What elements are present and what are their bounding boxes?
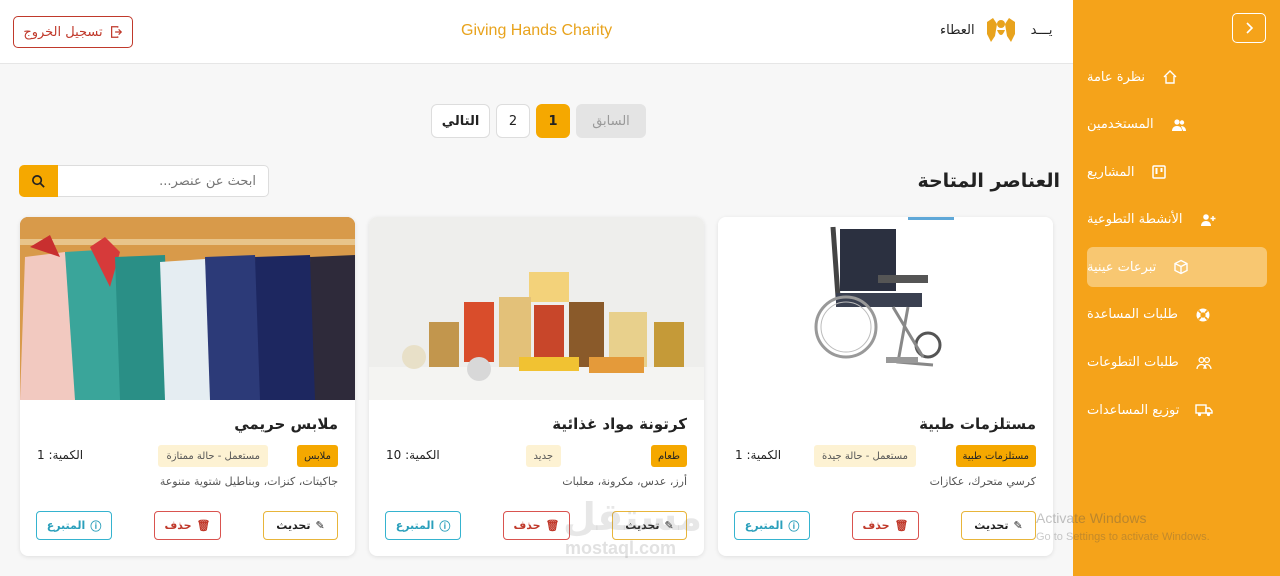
sidebar-item-volunteer-activities[interactable]: الأنشطة التطوعية bbox=[1087, 200, 1267, 240]
box-icon bbox=[1172, 258, 1190, 276]
logo: العطاء يـــد bbox=[940, 16, 1052, 44]
donor-label: المتبرع bbox=[395, 519, 435, 532]
section-title: العناصر المتاحة bbox=[917, 170, 1060, 192]
delete-button[interactable]: 🗑 حذف bbox=[503, 511, 570, 540]
mostaql-watermark-url: mostaql.com bbox=[565, 538, 677, 558]
brand-title: Giving Hands Charity bbox=[461, 22, 613, 39]
sidebar-item-label: تبرعات عينية bbox=[1087, 259, 1157, 275]
sidebar: نظرة عامة المستخدمين المشاريع الأنشطة ال… bbox=[1073, 0, 1280, 576]
logo-text-left: العطاء bbox=[940, 22, 975, 38]
trash-icon: 🗑 bbox=[545, 519, 560, 532]
info-icon: ⓘ bbox=[90, 519, 102, 533]
quantity-text: الكمية: 1 bbox=[735, 448, 782, 462]
search-bar bbox=[19, 165, 269, 197]
sidebar-item-overview[interactable]: نظرة عامة bbox=[1087, 57, 1267, 97]
update-button[interactable]: ✎ تحديث bbox=[263, 511, 338, 540]
sidebar-item-label: توزيع المساعدات bbox=[1087, 402, 1180, 418]
sidebar-item-label: طلبات التطوعات bbox=[1087, 355, 1179, 371]
food-box-image bbox=[369, 217, 704, 400]
delete-label: حذف bbox=[513, 519, 541, 532]
sidebar-item-volunteer-requests[interactable]: طلبات التطوعات bbox=[1087, 343, 1267, 383]
update-label: تحديث bbox=[974, 519, 1009, 532]
condition-badge: جديد bbox=[525, 445, 561, 467]
next-page-button[interactable]: التالي bbox=[431, 104, 490, 138]
donor-label: المتبرع bbox=[46, 519, 86, 532]
condition-badge: مستعمل - حالة جيدة bbox=[814, 445, 916, 467]
edit-icon: ✎ bbox=[315, 519, 325, 532]
hands-logo-icon bbox=[986, 18, 1015, 42]
delete-button[interactable]: 🗑 حذف bbox=[154, 511, 221, 540]
delete-label: حذف bbox=[164, 519, 192, 532]
quantity-text: الكمية: 1 bbox=[37, 448, 84, 462]
sidebar-toggle-button[interactable] bbox=[1232, 13, 1266, 43]
sidebar-item-label: نظرة عامة bbox=[1087, 69, 1146, 85]
logout-icon bbox=[110, 26, 122, 38]
card-title: كرتونة مواد غذائية bbox=[552, 415, 687, 433]
sidebar-item-label: طلبات المساعدة bbox=[1087, 307, 1178, 323]
sidebar-item-aid-distribution[interactable]: توزيع المساعدات bbox=[1087, 390, 1267, 430]
card-description: أرز، عدس، مكرونة، معلبات bbox=[562, 475, 687, 488]
card-title: ملابس حريمي bbox=[234, 415, 338, 433]
chevron-right-icon bbox=[1246, 22, 1254, 34]
lifebuoy-icon bbox=[1194, 306, 1212, 324]
user-plus-icon bbox=[1199, 211, 1217, 229]
donor-button[interactable]: ⓘ المتبرع bbox=[36, 511, 112, 540]
update-button[interactable]: ✎ تحديث bbox=[961, 511, 1036, 540]
sidebar-item-projects[interactable]: المشاريع bbox=[1087, 152, 1267, 192]
truck-icon bbox=[1195, 401, 1214, 419]
projects-icon bbox=[1150, 163, 1168, 181]
volunteers-icon bbox=[1195, 354, 1213, 372]
previous-page-button[interactable]: السابق bbox=[576, 104, 646, 138]
activate-windows-title: Activate Windows bbox=[1036, 510, 1147, 526]
sidebar-item-label: المستخدمين bbox=[1087, 117, 1154, 133]
update-label: تحديث bbox=[276, 519, 311, 532]
category-badge: مستلزمات طبية bbox=[955, 445, 1036, 467]
category-badge: ملابس bbox=[297, 445, 338, 467]
pagination: التالي 2 1 السابق bbox=[431, 104, 646, 138]
clothes-rack-image bbox=[20, 217, 355, 400]
sidebar-nav: نظرة عامة المستخدمين المشاريع الأنشطة ال… bbox=[1087, 57, 1267, 438]
sidebar-item-in-kind-donations[interactable]: تبرعات عينية bbox=[1087, 247, 1267, 288]
home-icon bbox=[1161, 68, 1179, 86]
card-description: جاكيتات، كنزات، وبناطيل شتوية متنوعة bbox=[159, 475, 338, 488]
logout-button[interactable]: تسجيل الخروج bbox=[13, 16, 133, 48]
search-icon bbox=[32, 174, 45, 188]
donor-button[interactable]: ⓘ المتبرع bbox=[385, 511, 461, 540]
card-description: كرسي متحرك، عكازات bbox=[929, 475, 1036, 488]
sidebar-item-users[interactable]: المستخدمين bbox=[1087, 105, 1267, 145]
users-icon bbox=[1170, 116, 1188, 134]
info-icon: ⓘ bbox=[788, 519, 800, 533]
trash-icon: 🗑 bbox=[894, 519, 909, 532]
search-button[interactable] bbox=[19, 165, 58, 197]
page-1-button[interactable]: 1 bbox=[536, 104, 570, 138]
card-title: مستلزمات طبية bbox=[919, 415, 1036, 433]
trash-icon: 🗑 bbox=[196, 519, 211, 532]
category-badge: طعام bbox=[650, 445, 687, 467]
sidebar-item-label: المشاريع bbox=[1087, 164, 1135, 180]
top-header: تسجيل الخروج Giving Hands Charity العطاء… bbox=[0, 0, 1073, 64]
edit-icon: ✎ bbox=[1013, 519, 1023, 532]
donor-label: المتبرع bbox=[744, 519, 784, 532]
mostaql-watermark: مستقل bbox=[563, 495, 702, 539]
quantity-text: الكمية: 10 bbox=[386, 448, 440, 462]
item-card: مستلزمات طبية مستلزمات طبية مستعمل - حال… bbox=[718, 217, 1053, 556]
wheelchair-image bbox=[718, 217, 1053, 400]
logout-label: تسجيل الخروج bbox=[23, 24, 103, 40]
search-input[interactable] bbox=[58, 165, 269, 197]
donor-button[interactable]: ⓘ المتبرع bbox=[734, 511, 810, 540]
item-card: ملابس حريمي ملابس مستعمل - حالة ممتازة ا… bbox=[20, 217, 355, 556]
sidebar-item-label: الأنشطة التطوعية bbox=[1087, 212, 1183, 228]
page-2-button[interactable]: 2 bbox=[496, 104, 530, 138]
delete-button[interactable]: 🗑 حذف bbox=[852, 511, 919, 540]
sidebar-item-help-requests[interactable]: طلبات المساعدة bbox=[1087, 295, 1267, 335]
logo-text-right: يـــد bbox=[1030, 22, 1053, 38]
info-icon: ⓘ bbox=[439, 519, 451, 533]
delete-label: حذف bbox=[862, 519, 890, 532]
activate-windows-subtitle: Go to Settings to activate Windows. bbox=[1036, 531, 1210, 543]
condition-badge: مستعمل - حالة ممتازة bbox=[158, 445, 268, 467]
